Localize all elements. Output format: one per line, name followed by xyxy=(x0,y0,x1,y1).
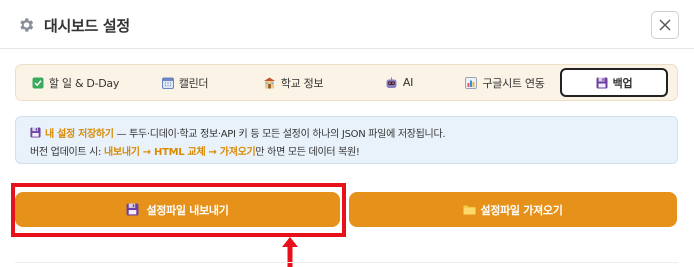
tab-label: 백업 xyxy=(612,76,633,90)
bar-chart-icon xyxy=(465,76,478,89)
info-highlight: 내보내기 → HTML 교체 → 가져오기 xyxy=(104,146,256,158)
info-line-1: 내 설정 저장하기 — 투두·디데이·학교 정보·API 키 등 모든 설정이 … xyxy=(30,123,677,141)
close-button[interactable] xyxy=(651,11,679,39)
highlight-annotation-box xyxy=(11,183,346,237)
info-text: 버전 업데이트 시: xyxy=(30,146,105,158)
info-text: 만 하면 모든 데이터 복원! xyxy=(255,146,360,158)
header-divider xyxy=(0,48,694,49)
info-line-2: 버전 업데이트 시: 내보내기 → HTML 교체 → 가져오기 만 하면 모든… xyxy=(30,141,677,159)
backup-info-box: 내 설정 저장하기 — 투두·디데이·학교 정보·API 키 등 모든 설정이 … xyxy=(15,116,678,164)
tab-todo-dday[interactable]: 할 일 & D-Day xyxy=(19,68,132,97)
tab-backup[interactable]: 백업 xyxy=(560,68,668,97)
dialog-header: 대시보드 설정 xyxy=(0,0,694,50)
tab-school-info[interactable]: 학교 정보 xyxy=(238,68,348,97)
tab-label: 구글시트 연동 xyxy=(482,76,545,90)
gear-icon xyxy=(17,16,35,34)
close-icon xyxy=(659,19,671,31)
tab-label: 학교 정보 xyxy=(280,76,324,90)
floppy-disk-icon xyxy=(30,126,41,138)
import-label: 설정파일 가져오기 xyxy=(480,203,563,217)
calendar-icon xyxy=(161,77,174,89)
school-icon xyxy=(263,77,276,89)
bottom-divider xyxy=(15,262,678,263)
info-highlight: 내 설정 저장하기 xyxy=(45,128,114,140)
tab-calendar[interactable]: 캘린더 xyxy=(132,68,238,97)
floppy-disk-icon xyxy=(596,77,608,89)
tab-label: AI xyxy=(402,76,414,89)
tab-label: 캘린더 xyxy=(178,76,209,90)
tab-ai[interactable]: AI xyxy=(348,68,450,97)
settings-tabs: 할 일 & D-Day 캘린더 학교 정보 AI 구글시트 연동 백업 xyxy=(15,64,678,101)
folder-icon xyxy=(463,204,476,215)
tab-google-sheets[interactable]: 구글시트 연동 xyxy=(450,68,560,97)
dialog-title: 대시보드 설정 xyxy=(44,16,130,35)
tab-label: 할 일 & D-Day xyxy=(48,76,120,90)
info-text: — 투두·디데이·학교 정보·API 키 등 모든 설정이 하나의 JSON 파… xyxy=(113,128,446,140)
import-settings-button[interactable]: 설정파일 가져오기 xyxy=(349,192,677,227)
check-square-icon xyxy=(32,77,44,89)
robot-icon xyxy=(385,76,398,89)
